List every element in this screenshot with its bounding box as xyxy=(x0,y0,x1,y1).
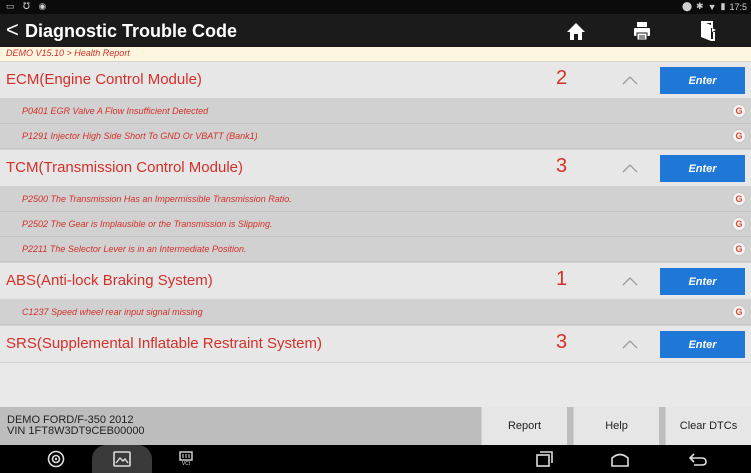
module-name: SRS(Supplemental Inflatable Restraint Sy… xyxy=(6,335,322,352)
google-search-icon[interactable]: G xyxy=(732,242,746,256)
page-title: Diagnostic Trouble Code xyxy=(25,21,238,41)
google-search-icon[interactable]: G xyxy=(732,129,746,143)
gallery-icon[interactable] xyxy=(92,445,152,473)
dtc-description: P2211 The Selector Lever is in an Interm… xyxy=(22,244,247,254)
chevron-up-icon[interactable] xyxy=(622,75,638,85)
google-search-icon[interactable]: G xyxy=(732,192,746,206)
module-row-abs[interactable]: ABS(Anti-lock Braking System) 1 Enter xyxy=(0,262,751,300)
location-icon: ⬤ xyxy=(681,1,693,11)
vehicle-vin: VIN 1FT8W3DT9CEB00000 xyxy=(7,425,145,437)
help-button[interactable]: Help xyxy=(573,407,659,445)
vci-icon[interactable]: VCI xyxy=(174,445,198,473)
report-button[interactable]: Report xyxy=(481,407,567,445)
clear-dtcs-button[interactable]: Clear DTCs xyxy=(665,407,751,445)
home-icon[interactable] xyxy=(563,19,589,43)
battery-icon: ▮ xyxy=(720,1,726,11)
screen-icon: ▭ xyxy=(6,1,18,11)
bluetooth-icon: ✱ xyxy=(696,1,704,11)
vehicle-info: DEMO FORD/F-350 2012 VIN 1FT8W3DT9CEB000… xyxy=(7,415,145,437)
chevron-up-icon[interactable] xyxy=(622,276,638,286)
back-icon[interactable]: < xyxy=(6,18,19,42)
dtc-row: P1291 Injector High Side Short To GND Or… xyxy=(0,124,751,149)
status-bar: ▭ ℧ ◉ ⬤ ✱ ▼ ▮ 17:5 xyxy=(0,0,751,14)
module-name: ECM(Engine Control Module) xyxy=(6,71,202,88)
chevron-up-icon[interactable] xyxy=(622,163,638,173)
home-nav-icon[interactable] xyxy=(608,445,632,473)
dtc-description: P0401 EGR Valve A Flow Insufficient Dete… xyxy=(22,106,209,116)
dtc-row: P0401 EGR Valve A Flow Insufficient Dete… xyxy=(0,99,751,124)
dtc-description: P2500 The Transmission Has an Impermissi… xyxy=(22,194,292,204)
dtc-description: C1237 Speed wheel rear input signal miss… xyxy=(22,307,203,317)
recent-apps-icon[interactable] xyxy=(532,445,556,473)
enter-button[interactable]: Enter xyxy=(660,331,745,358)
print-icon[interactable] xyxy=(629,19,655,43)
google-search-icon[interactable]: G xyxy=(732,305,746,319)
module-row-tcm[interactable]: TCM(Transmission Control Module) 3 Enter xyxy=(0,149,751,187)
navigation-bar: VCI xyxy=(0,445,751,473)
module-name: TCM(Transmission Control Module) xyxy=(6,159,243,176)
launcher-icon[interactable] xyxy=(44,445,68,473)
app-icon: ◉ xyxy=(38,1,50,11)
dtc-count: 2 xyxy=(556,67,568,89)
dtc-description: P2502 The Gear is Implausible or the Tra… xyxy=(22,219,273,229)
footer-bar: DEMO FORD/F-350 2012 VIN 1FT8W3DT9CEB000… xyxy=(0,407,751,445)
dtc-count: 3 xyxy=(556,155,568,177)
back-nav-icon[interactable] xyxy=(686,445,710,473)
dtc-row: P2211 The Selector Lever is in an Interm… xyxy=(0,237,751,262)
status-time: 17:5 xyxy=(729,1,747,12)
dtc-description: P1291 Injector High Side Short To GND Or… xyxy=(22,131,258,141)
dtc-row: P2500 The Transmission Has an Impermissi… xyxy=(0,187,751,212)
breadcrumb-text: DEMO V15.10 > Health Report xyxy=(6,48,130,58)
breadcrumb: DEMO V15.10 > Health Report xyxy=(0,47,751,61)
top-bar: < Diagnostic Trouble Code xyxy=(0,14,751,47)
dtc-count: 1 xyxy=(556,268,568,290)
enter-button[interactable]: Enter xyxy=(660,268,745,295)
enter-button[interactable]: Enter xyxy=(660,67,745,94)
dtc-row: C1237 Speed wheel rear input signal miss… xyxy=(0,300,751,325)
enter-button[interactable]: Enter xyxy=(660,155,745,182)
dtc-count: 3 xyxy=(556,331,568,353)
google-search-icon[interactable]: G xyxy=(732,217,746,231)
chevron-up-icon[interactable] xyxy=(622,339,638,349)
exit-icon[interactable] xyxy=(695,19,721,43)
module-name: ABS(Anti-lock Braking System) xyxy=(6,272,213,289)
module-row-srs[interactable]: SRS(Supplemental Inflatable Restraint Sy… xyxy=(0,325,751,363)
google-search-icon[interactable]: G xyxy=(732,104,746,118)
module-list[interactable]: ECM(Engine Control Module) 2 Enter P0401… xyxy=(0,61,751,407)
headset-icon: ℧ xyxy=(23,1,33,11)
vci-label: VCI xyxy=(181,461,191,467)
wifi-icon: ▼ xyxy=(707,1,717,12)
module-row-ecm[interactable]: ECM(Engine Control Module) 2 Enter xyxy=(0,61,751,99)
dtc-row: P2502 The Gear is Implausible or the Tra… xyxy=(0,212,751,237)
